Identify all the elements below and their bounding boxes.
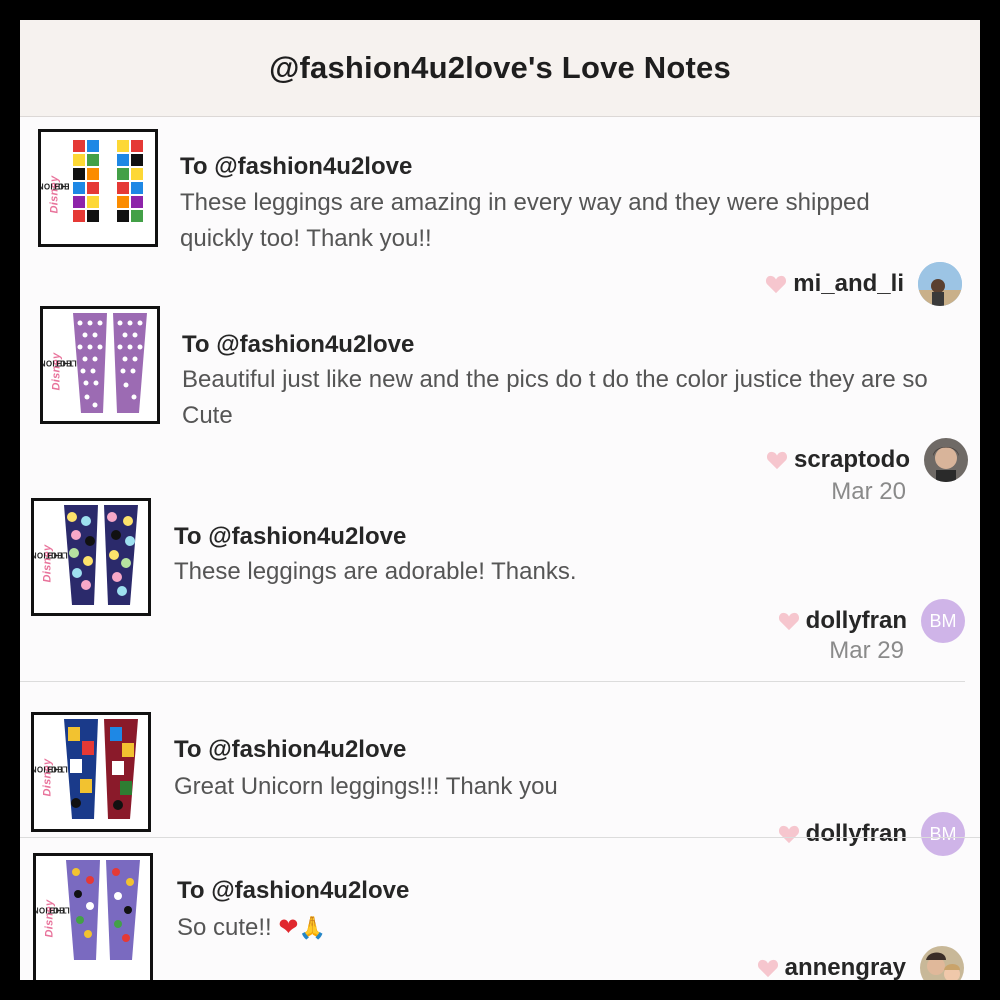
product-thumbnail[interactable]: THE Disney COLLECTION — [40, 306, 160, 424]
love-note: THE Disney COLLECTION To @fashion4u2love… — [20, 296, 980, 505]
author-username: scraptodo — [793, 446, 910, 473]
avatar-photo — [924, 438, 968, 482]
note-recipient[interactable]: To @fashion4u2love — [177, 877, 409, 905]
avatar-initials: BM — [921, 599, 965, 643]
leggings-pattern — [64, 505, 138, 605]
leggings-pattern — [73, 313, 147, 413]
note-message: Great Unicorn leggings!!! Thank you — [174, 773, 558, 800]
love-note: THE Disney COLLECTION To @fashion4u2love… — [20, 838, 980, 980]
brand-logo: THE Disney COLLECTION — [31, 758, 85, 797]
red-heart-emoji-icon: ❤ — [278, 913, 299, 941]
author-username: mi_and_li — [793, 270, 904, 297]
note-recipient[interactable]: To @fashion4u2love — [174, 736, 406, 764]
note-author[interactable]: scraptodo — [766, 438, 968, 482]
note-message: Beautiful just like new and the pics do … — [182, 366, 928, 429]
note-message: These leggings are adorable! Thanks. — [174, 558, 577, 585]
heart-icon — [757, 959, 778, 978]
note-message: So cute!! ❤🙏 — [177, 913, 326, 941]
note-author[interactable]: annengray — [757, 946, 964, 980]
love-note: THE Disney COLLECTION To @fashion4u2love… — [20, 491, 980, 681]
note-message: These leggings are amazing in every way … — [180, 189, 870, 252]
heart-icon — [766, 275, 787, 294]
page-title: @fashion4u2love's Love Notes — [269, 50, 731, 85]
brand-logo: THE Disney COLLECTION — [33, 899, 87, 938]
note-recipient[interactable]: To @fashion4u2love — [180, 153, 412, 181]
leggings-pattern — [66, 860, 140, 960]
author-username: annengray — [784, 954, 906, 980]
author-username: dollyfran — [805, 607, 907, 634]
heart-icon — [766, 451, 788, 470]
brand-logo: THE Disney COLLECTION — [40, 352, 94, 391]
brand-logo: THE Disney COLLECTION — [31, 544, 85, 583]
love-notes-screen: @fashion4u2love's Love Notes THE Disney … — [20, 20, 980, 980]
page-header: @fashion4u2love's Love Notes — [20, 20, 980, 117]
note-date: Mar 29 — [829, 637, 904, 664]
brand-logo: THE Disney COLLECTION — [38, 175, 92, 214]
love-note: THE Disney COLLECTION To @fashion4u2love… — [20, 116, 980, 306]
note-recipient[interactable]: To @fashion4u2love — [174, 523, 406, 551]
love-note: THE Disney COLLECTION To @fashion4u2love… — [20, 682, 980, 856]
avatar-photo — [920, 946, 964, 980]
product-thumbnail[interactable]: THE Disney COLLECTION — [38, 129, 158, 247]
leggings-pattern — [64, 719, 138, 819]
product-thumbnail[interactable]: THE Disney COLLECTION — [31, 498, 151, 616]
heart-icon — [778, 612, 799, 631]
leggings-pattern — [69, 136, 147, 236]
note-recipient[interactable]: To @fashion4u2love — [182, 331, 414, 359]
product-thumbnail[interactable]: THE Disney COLLECTION — [33, 853, 153, 980]
product-thumbnail[interactable]: THE Disney COLLECTION — [31, 712, 151, 832]
folded-hands-emoji-icon: 🙏 — [298, 916, 326, 941]
